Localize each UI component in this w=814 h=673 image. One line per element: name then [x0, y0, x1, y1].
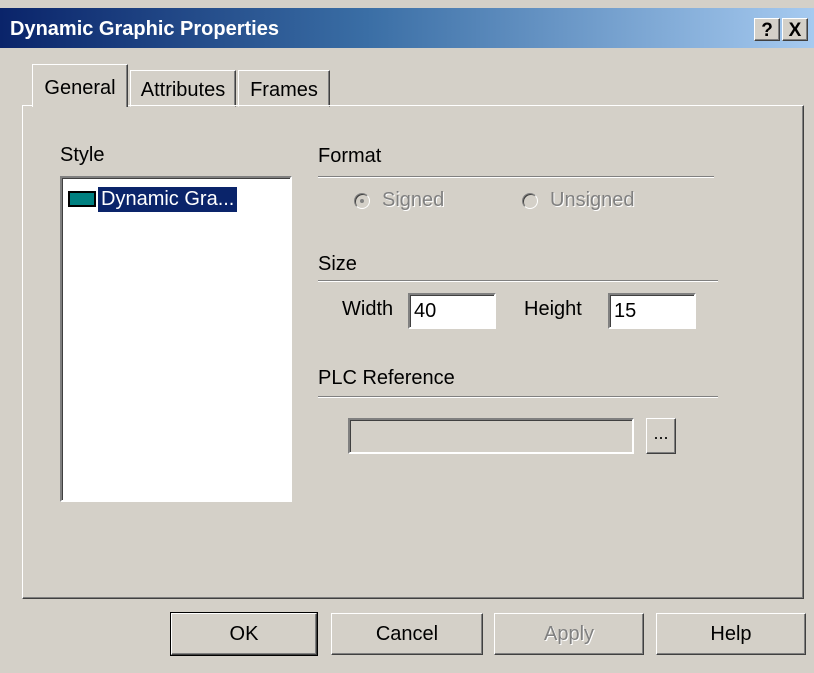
help-title-button[interactable]: ? — [754, 18, 780, 41]
apply-button[interactable]: Apply — [494, 613, 644, 655]
list-item[interactable]: Dynamic Gra... — [68, 184, 238, 214]
tab-frames[interactable]: Frames — [238, 70, 330, 107]
help-button[interactable]: Help — [656, 613, 806, 655]
radio-unchecked-icon — [522, 192, 538, 209]
signed-radio-label: Signed — [382, 189, 445, 211]
width-input[interactable]: 40 — [408, 293, 496, 329]
tab-attributes[interactable]: Attributes — [130, 70, 236, 107]
height-input[interactable]: 15 — [608, 293, 696, 329]
style-listbox[interactable]: Dynamic Gra... — [60, 176, 292, 502]
browse-button[interactable]: ... — [646, 418, 676, 454]
title-bar[interactable]: Dynamic Graphic Properties ? X — [0, 8, 814, 48]
close-button[interactable]: X — [782, 18, 808, 41]
plc-divider — [318, 396, 718, 398]
format-divider — [318, 176, 714, 178]
plc-reference-label: PLC Reference — [318, 367, 455, 389]
format-group-label: Format — [318, 145, 382, 167]
window-title: Dynamic Graphic Properties — [10, 18, 279, 40]
style-swatch-icon — [68, 191, 96, 207]
plc-reference-input[interactable] — [348, 418, 634, 454]
height-label: Height — [524, 298, 582, 320]
radio-checked-icon — [354, 192, 370, 209]
size-divider — [318, 280, 718, 282]
width-label: Width — [342, 298, 394, 320]
size-group-label: Size — [318, 253, 357, 275]
list-item-label: Dynamic Gra... — [98, 186, 238, 212]
tab-general[interactable]: General — [32, 64, 128, 107]
dialog-window: Dynamic Graphic Properties ? X General A… — [0, 0, 814, 673]
style-group-label: Style — [60, 144, 105, 166]
unsigned-radio-label: Unsigned — [550, 189, 635, 211]
cancel-button[interactable]: Cancel — [331, 613, 483, 655]
ok-button[interactable]: OK — [170, 612, 318, 656]
unsigned-radio[interactable]: Unsigned — [522, 189, 635, 212]
signed-radio[interactable]: Signed — [354, 189, 444, 212]
